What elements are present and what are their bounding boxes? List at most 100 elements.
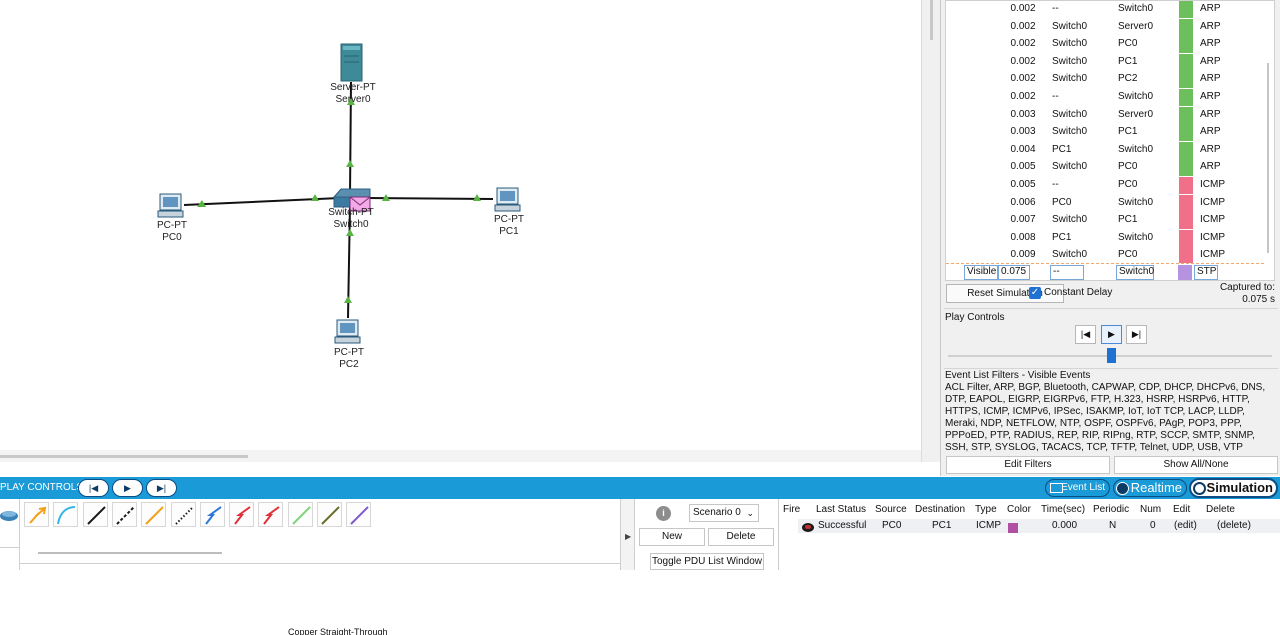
- event-row[interactable]: 0.003 Switch0 Server0 ARP: [946, 106, 1264, 125]
- coaxial-cable-button[interactable]: [199, 502, 225, 527]
- device-name: PC2: [339, 359, 359, 370]
- scenario-select[interactable]: Scenario 0 ⌄: [689, 504, 759, 522]
- console-cable-button[interactable]: [53, 502, 79, 527]
- pc-icon[interactable]: [157, 193, 184, 218]
- play-button[interactable]: ▶: [1101, 325, 1122, 344]
- clock-icon: [1116, 482, 1129, 495]
- delete-scenario-button[interactable]: Delete: [708, 528, 774, 546]
- constant-delay-checkbox[interactable]: ✓: [1029, 287, 1041, 299]
- copper-cross-button[interactable]: [111, 502, 137, 527]
- captured-value: 0.075 s: [1242, 294, 1275, 305]
- event-row[interactable]: 0.005 -- PC0 ICMP: [946, 177, 1264, 195]
- fire-icon[interactable]: [802, 523, 814, 532]
- event-row[interactable]: 0.004 PC1 Switch0 ARP: [946, 141, 1264, 160]
- event-type: ICMP: [1200, 179, 1225, 190]
- realtime-mode-button[interactable]: Realtime: [1113, 479, 1187, 497]
- palette-caption-bar: Copper Straight-Through: [20, 563, 620, 635]
- fiber-button[interactable]: [141, 502, 167, 527]
- usb-cable-button[interactable]: [346, 502, 372, 527]
- pdu-row[interactable]: [798, 519, 1280, 533]
- event-at-device: PC0: [1118, 249, 1138, 261]
- event-filters-title: Event List Filters - Visible Events: [945, 370, 1091, 381]
- vscroll-thumb[interactable]: [930, 0, 933, 40]
- header-destination: Destination: [915, 504, 966, 515]
- back-button[interactable]: |◀: [78, 479, 109, 497]
- event-type: ICMP: [1200, 249, 1225, 261]
- event-at-device: Switch0: [1118, 143, 1154, 155]
- expand-arrow-icon: ▶: [625, 532, 632, 541]
- event-row[interactable]: 0.002 -- Switch0 ARP: [946, 89, 1264, 107]
- event-type-swatch: [1179, 18, 1193, 36]
- edit-filters-button[interactable]: Edit Filters: [946, 456, 1110, 474]
- category-divider: [0, 547, 20, 548]
- info-icon[interactable]: i: [656, 506, 671, 521]
- event-last-device: --: [1052, 179, 1059, 190]
- toggle-pdu-list-button[interactable]: Toggle PDU List Window: [650, 553, 764, 570]
- pdu-delete-link[interactable]: (delete): [1217, 520, 1251, 531]
- automatic-cable-button[interactable]: [24, 502, 49, 527]
- event-row[interactable]: 0.007 Switch0 PC1 ICMP: [946, 212, 1264, 230]
- serial-dce-button[interactable]: [229, 502, 255, 527]
- event-row[interactable]: 0.006 PC0 Switch0 ICMP: [946, 194, 1264, 213]
- copper-straight-button[interactable]: [82, 502, 108, 527]
- step-back-button[interactable]: |◀: [1075, 325, 1096, 344]
- pdu-edit-link[interactable]: (edit): [1174, 520, 1197, 531]
- workspace-vscrollbar[interactable]: [921, 0, 940, 462]
- event-row-current[interactable]: Visible 0.075 -- Switch0 STP: [946, 263, 1264, 280]
- server-icon[interactable]: [340, 43, 363, 82]
- event-last-device: Switch0: [1052, 38, 1088, 50]
- event-row[interactable]: 0.005 Switch0 PC0 ARP: [946, 159, 1264, 177]
- event-list-icon: [1050, 483, 1063, 493]
- event-row[interactable]: 0.002 Switch0 PC1 ARP: [946, 53, 1264, 72]
- event-type: ARP: [1200, 38, 1221, 50]
- event-type: ARP: [1200, 126, 1221, 138]
- simulation-mode-button[interactable]: Simulation: [1189, 478, 1278, 498]
- iot-custom-cable-button[interactable]: [317, 502, 342, 527]
- switch0-label: Switch-PT Switch0: [311, 207, 391, 231]
- scroll-thumb[interactable]: [1267, 63, 1269, 253]
- coaxial-cable-icon: [205, 506, 222, 525]
- octal-cable-icon: [291, 506, 311, 525]
- event-row[interactable]: 0.002 Switch0 Server0 ARP: [946, 18, 1264, 37]
- show-all-none-button[interactable]: Show All/None: [1114, 456, 1278, 474]
- workspace-hscrollbar[interactable]: [0, 450, 921, 462]
- step-forward-button[interactable]: ▶|: [1126, 325, 1147, 344]
- event-row[interactable]: 0.002 Switch0 PC2 ARP: [946, 71, 1264, 89]
- pdu-panel-splitter[interactable]: ▶: [621, 499, 635, 570]
- forward-button[interactable]: ▶|: [146, 479, 177, 497]
- event-row[interactable]: 0.002 Switch0 PC0 ARP: [946, 36, 1264, 54]
- event-time: 0.002: [1010, 73, 1036, 85]
- pc0-label: PC-PT PC0: [132, 220, 212, 244]
- event-at-device: PC1: [1118, 55, 1138, 67]
- serial-dte-button[interactable]: [258, 502, 284, 527]
- event-type: ARP: [1200, 20, 1221, 32]
- event-type: ARP: [1200, 161, 1221, 173]
- step-forward-icon: ▶|: [1131, 329, 1142, 339]
- event-type-swatch: [1179, 53, 1193, 71]
- logical-workspace[interactable]: Server-PT Server0 Switch-PT Switch0 PC-P…: [0, 0, 921, 462]
- palette-scrollbar[interactable]: [38, 552, 222, 554]
- play-button[interactable]: ▶: [112, 479, 143, 497]
- event-at-device: Switch0: [1118, 91, 1154, 102]
- event-time: 0.003: [1010, 126, 1036, 138]
- event-list-table[interactable]: 0.002 -- Switch0 ARP 0.002 Switch0 Server0 ARP 0…: [945, 0, 1275, 281]
- event-type-swatch: [1179, 141, 1193, 159]
- octal-cable-button[interactable]: [287, 502, 313, 527]
- phone-cable-button[interactable]: [170, 502, 196, 527]
- pc-icon[interactable]: [334, 319, 361, 344]
- event-row[interactable]: 0.002 -- Switch0 ARP: [946, 1, 1264, 19]
- event-time: 0.009: [1010, 249, 1036, 261]
- event-row[interactable]: 0.003 Switch0 PC1 ARP: [946, 124, 1264, 142]
- hscroll-thumb[interactable]: [0, 455, 248, 458]
- scenario-panel: i Scenario 0 ⌄ New Delete Toggle PDU Lis…: [636, 499, 779, 570]
- event-row[interactable]: 0.008 PC1 Switch0 ICMP: [946, 229, 1264, 248]
- play-speed-slider-thumb[interactable]: [1107, 348, 1116, 363]
- event-list-scrollbar[interactable]: [1267, 3, 1271, 279]
- event-list-toggle[interactable]: Event List: [1045, 479, 1110, 497]
- event-type-swatch: [1179, 247, 1193, 265]
- header-type: Type: [975, 504, 997, 515]
- header-delete: Delete: [1206, 504, 1235, 515]
- connections-category-icon[interactable]: [0, 507, 20, 527]
- pc-icon[interactable]: [494, 187, 521, 212]
- new-scenario-button[interactable]: New: [639, 528, 705, 546]
